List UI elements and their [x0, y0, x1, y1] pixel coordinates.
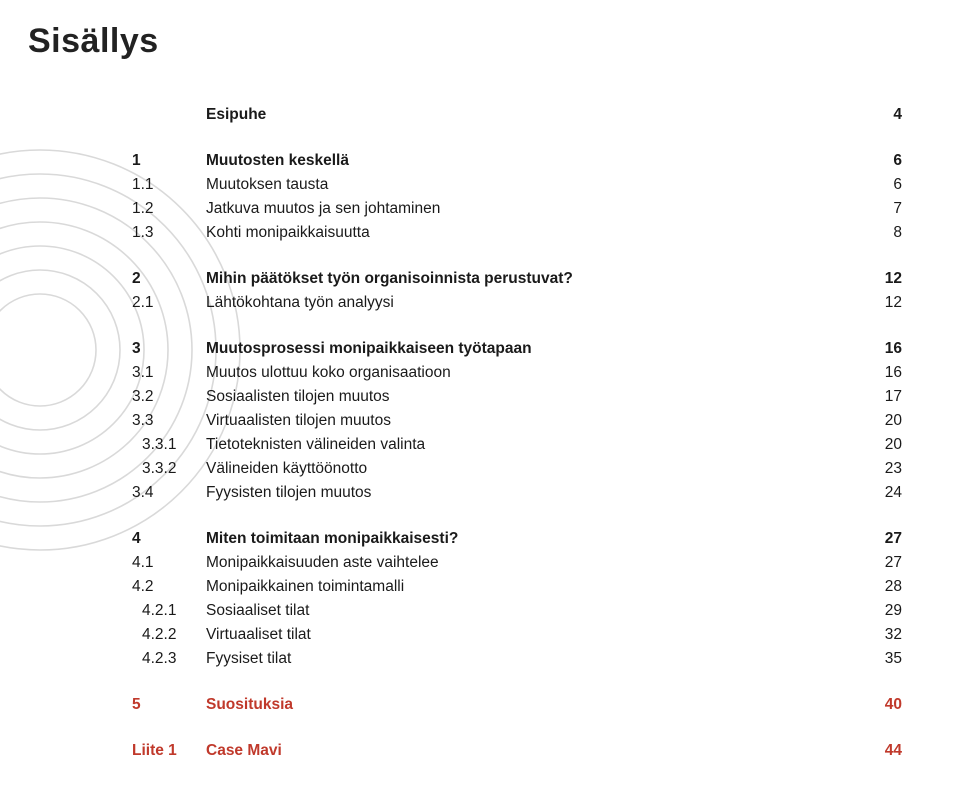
toc-page: 7 [856, 197, 902, 221]
toc-entry-esipuhe: Esipuhe 4 [132, 103, 902, 127]
toc-entry-5: 5 Suosituksia 40 [132, 693, 902, 717]
toc-entry-liite-1: Liite 1 Case Mavi 44 [132, 739, 902, 763]
toc-text: Suosituksia [206, 693, 856, 717]
toc-text: Välineiden käyttöönotto [206, 457, 856, 481]
toc-entry-3-3: 3.3 Virtuaalisten tilojen muutos 20 [132, 409, 902, 433]
toc-entry-1-2: 1.2 Jatkuva muutos ja sen johtaminen 7 [132, 197, 902, 221]
toc-entry-1: 1 Muutosten keskellä 6 [132, 149, 902, 173]
toc-text: Muutoksen tausta [206, 173, 856, 197]
toc-num: 2.1 [132, 291, 206, 315]
toc-num: 2 [132, 267, 206, 291]
toc-num: 3.3.2 [132, 457, 206, 481]
toc-entry-4-2-2: 4.2.2 Virtuaaliset tilat 32 [132, 623, 902, 647]
toc-entry-2-1: 2.1 Lähtökohtana työn analyysi 12 [132, 291, 902, 315]
toc-num: 3.3 [132, 409, 206, 433]
toc-num: 4.2.1 [132, 599, 206, 623]
toc-page: 6 [856, 173, 902, 197]
toc-page: 27 [856, 527, 902, 551]
toc-entry-1-1: 1.1 Muutoksen tausta 6 [132, 173, 902, 197]
toc-text: Tietoteknisten välineiden valinta [206, 433, 856, 457]
toc-entry-3-1: 3.1 Muutos ulottuu koko organisaatioon 1… [132, 361, 902, 385]
toc-num: 3.3.1 [132, 433, 206, 457]
toc-page: 20 [856, 409, 902, 433]
toc-num: 3.2 [132, 385, 206, 409]
toc-entry-3-3-2: 3.3.2 Välineiden käyttöönotto 23 [132, 457, 902, 481]
toc-page: 6 [856, 149, 902, 173]
toc-page: 28 [856, 575, 902, 599]
toc-num: 1.1 [132, 173, 206, 197]
toc-text: Virtuaalisten tilojen muutos [206, 409, 856, 433]
toc-text: Case Mavi [206, 739, 856, 763]
toc-text: Fyysiset tilat [206, 647, 856, 671]
toc-text: Jatkuva muutos ja sen johtaminen [206, 197, 856, 221]
toc-num: 5 [132, 693, 206, 717]
toc-entry-3-2: 3.2 Sosiaalisten tilojen muutos 17 [132, 385, 902, 409]
toc-num: 3.4 [132, 481, 206, 505]
toc-num: 4.2.2 [132, 623, 206, 647]
toc-entry-2: 2 Mihin päätökset työn organisoinnista p… [132, 267, 902, 291]
toc-page: 29 [856, 599, 902, 623]
toc-entry-3-3-1: 3.3.1 Tietoteknisten välineiden valinta … [132, 433, 902, 457]
toc-page: 32 [856, 623, 902, 647]
toc-entry-1-3: 1.3 Kohti monipaikkaisuutta 8 [132, 221, 902, 245]
toc-num: 4 [132, 527, 206, 551]
toc-text: Kohti monipaikkaisuutta [206, 221, 856, 245]
page-title: Sisällys [28, 22, 932, 61]
toc-num: 1.3 [132, 221, 206, 245]
toc-num: 4.2 [132, 575, 206, 599]
toc-page: 27 [856, 551, 902, 575]
toc-text: Sosiaalisten tilojen muutos [206, 385, 856, 409]
toc-page: 40 [856, 693, 902, 717]
toc-page: 23 [856, 457, 902, 481]
toc-page: 44 [856, 739, 902, 763]
toc-text: Esipuhe [206, 103, 856, 127]
toc-entry-4-2-3: 4.2.3 Fyysiset tilat 35 [132, 647, 902, 671]
toc-text: Muutos ulottuu koko organisaatioon [206, 361, 856, 385]
toc-text: Miten toimitaan monipaikkaisesti? [206, 527, 856, 551]
toc-num: 4.1 [132, 551, 206, 575]
toc-text: Fyysisten tilojen muutos [206, 481, 856, 505]
toc-entry-4-1: 4.1 Monipaikkaisuuden aste vaihtelee 27 [132, 551, 902, 575]
toc-text: Muutosten keskellä [206, 149, 856, 173]
toc-page: 17 [856, 385, 902, 409]
page-content: Sisällys Esipuhe 4 1 Muutosten keskellä … [0, 0, 960, 791]
toc-page: 12 [856, 267, 902, 291]
toc-num: 4.2.3 [132, 647, 206, 671]
toc-page: 16 [856, 361, 902, 385]
toc-num: 3 [132, 337, 206, 361]
toc-page: 8 [856, 221, 902, 245]
toc-text: Mihin päätökset työn organisoinnista per… [206, 267, 856, 291]
toc-text: Virtuaaliset tilat [206, 623, 856, 647]
toc-text: Muutosprosessi monipaikkaiseen työtapaan [206, 337, 856, 361]
toc-page: 24 [856, 481, 902, 505]
table-of-contents: Esipuhe 4 1 Muutosten keskellä 6 1.1 Muu… [132, 103, 902, 763]
toc-text: Lähtökohtana työn analyysi [206, 291, 856, 315]
toc-entry-4-2: 4.2 Monipaikkainen toimintamalli 28 [132, 575, 902, 599]
toc-num: 1.2 [132, 197, 206, 221]
toc-text: Monipaikkainen toimintamalli [206, 575, 856, 599]
toc-text: Sosiaaliset tilat [206, 599, 856, 623]
toc-page: 12 [856, 291, 902, 315]
toc-entry-3: 3 Muutosprosessi monipaikkaiseen työtapa… [132, 337, 902, 361]
toc-num: Liite 1 [132, 739, 206, 763]
toc-entry-4-2-1: 4.2.1 Sosiaaliset tilat 29 [132, 599, 902, 623]
toc-entry-3-4: 3.4 Fyysisten tilojen muutos 24 [132, 481, 902, 505]
toc-num: 3.1 [132, 361, 206, 385]
toc-page: 35 [856, 647, 902, 671]
toc-entry-4: 4 Miten toimitaan monipaikkaisesti? 27 [132, 527, 902, 551]
toc-page: 20 [856, 433, 902, 457]
toc-num: 1 [132, 149, 206, 173]
toc-page: 4 [856, 103, 902, 127]
toc-page: 16 [856, 337, 902, 361]
toc-text: Monipaikkaisuuden aste vaihtelee [206, 551, 856, 575]
